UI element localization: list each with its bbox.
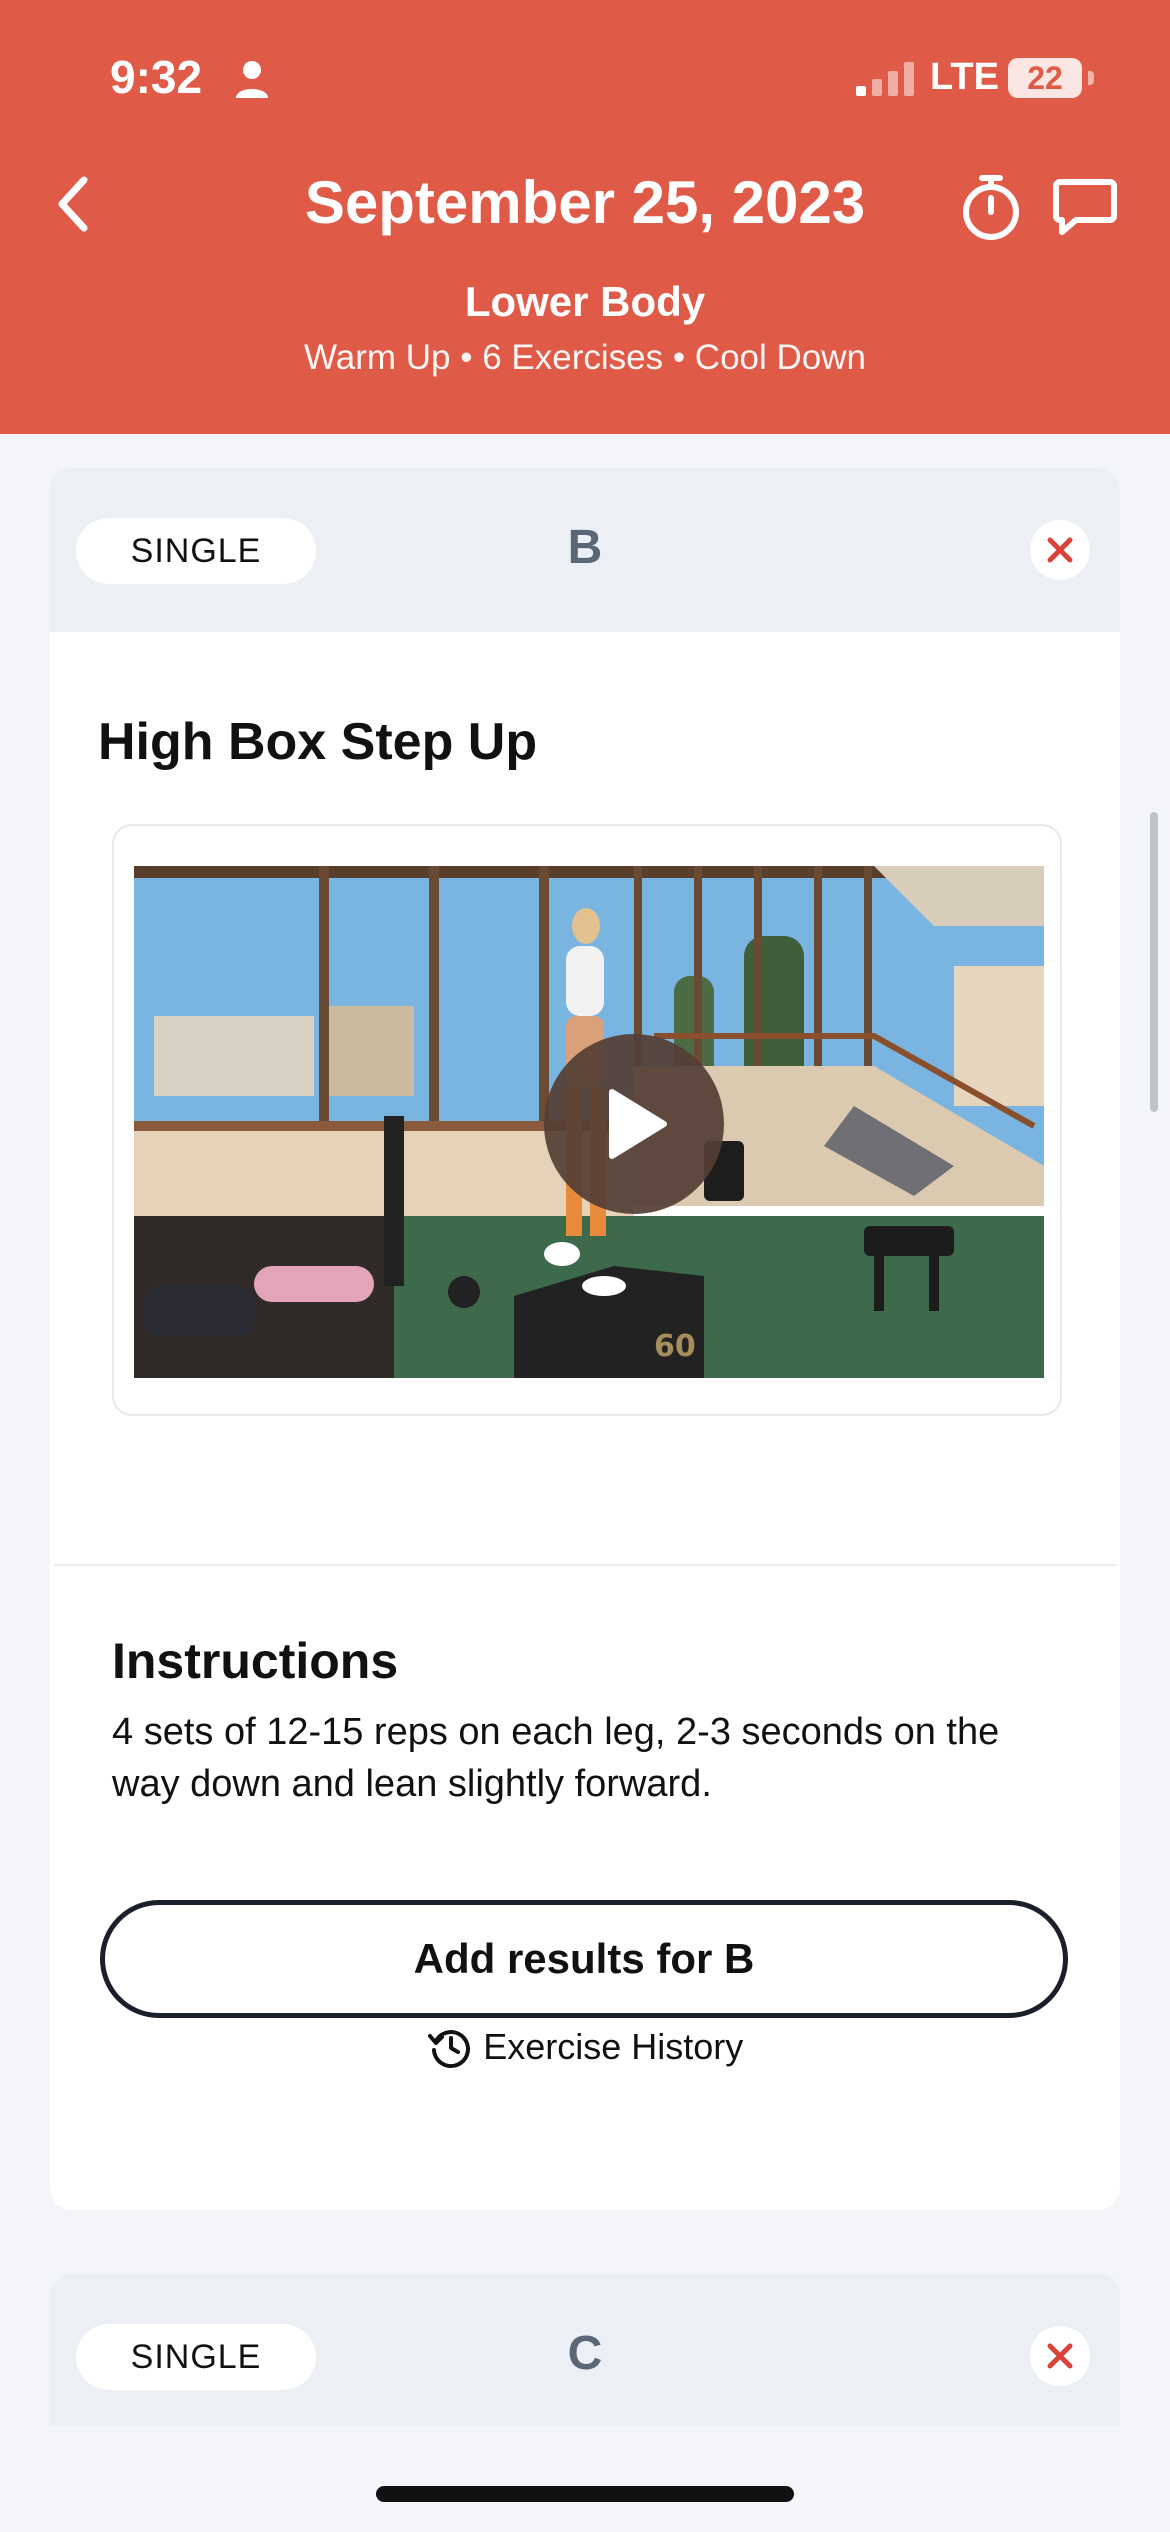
exercise-history-link[interactable]: Exercise History	[54, 2024, 1116, 2084]
history-clock-icon	[427, 2030, 470, 2069]
battery-level: 22	[1008, 58, 1082, 98]
close-x-icon	[1047, 537, 1073, 563]
play-icon	[609, 1089, 667, 1159]
battery-icon: 22	[1008, 58, 1094, 98]
remove-block-button[interactable]	[1030, 520, 1090, 580]
exercise-block-c: SINGLE C	[50, 2274, 1120, 2426]
chat-bubble-icon[interactable]	[1052, 176, 1118, 238]
close-x-icon	[1047, 2343, 1073, 2369]
block-letter: B	[567, 521, 603, 574]
exercise-title: High Box Step Up	[98, 713, 538, 771]
stopwatch-icon[interactable]	[958, 172, 1024, 242]
play-button[interactable]	[544, 1034, 724, 1214]
home-indicator[interactable]	[376, 2486, 794, 2502]
person-icon	[236, 61, 268, 98]
box-label: 60	[654, 1329, 696, 1364]
scrollbar[interactable]	[1150, 812, 1158, 1112]
exercise-history-inner: Exercise History	[427, 2024, 744, 2070]
block-letter: C	[567, 2327, 603, 2380]
add-results-button[interactable]: Add results for B	[100, 1900, 1068, 2018]
remove-block-button[interactable]	[1030, 2326, 1090, 2386]
workout-name: Lower Body	[464, 278, 706, 325]
video-container: 60	[112, 824, 1062, 1416]
app-header: 9:32 LTE 22 September 25, 2023 Lower Bod…	[0, 0, 1170, 434]
workout-meta: Warm Up • 6 Exercises • Cool Down	[304, 338, 866, 377]
network-type: LTE	[930, 56, 999, 98]
section-divider	[54, 1564, 1116, 1566]
block-header: SINGLE B	[50, 468, 1120, 632]
exercise-history-label: Exercise History	[483, 2026, 744, 2067]
exercise-block-b: SINGLE B High Box Step Up 60 Instruction…	[50, 468, 1120, 2210]
exercise-video-thumbnail[interactable]: 60	[134, 866, 1044, 1378]
battery-cap	[1088, 71, 1094, 85]
instructions-text: 4 sets of 12-15 reps on each leg, 2-3 se…	[112, 1711, 1000, 1805]
status-time: 9:32	[110, 51, 203, 103]
cellular-signal-icon	[856, 62, 914, 96]
exercise-card-body: High Box Step Up 60 Instructions 4 sets …	[54, 632, 1116, 2206]
instructions-heading: Instructions	[112, 1633, 399, 1689]
